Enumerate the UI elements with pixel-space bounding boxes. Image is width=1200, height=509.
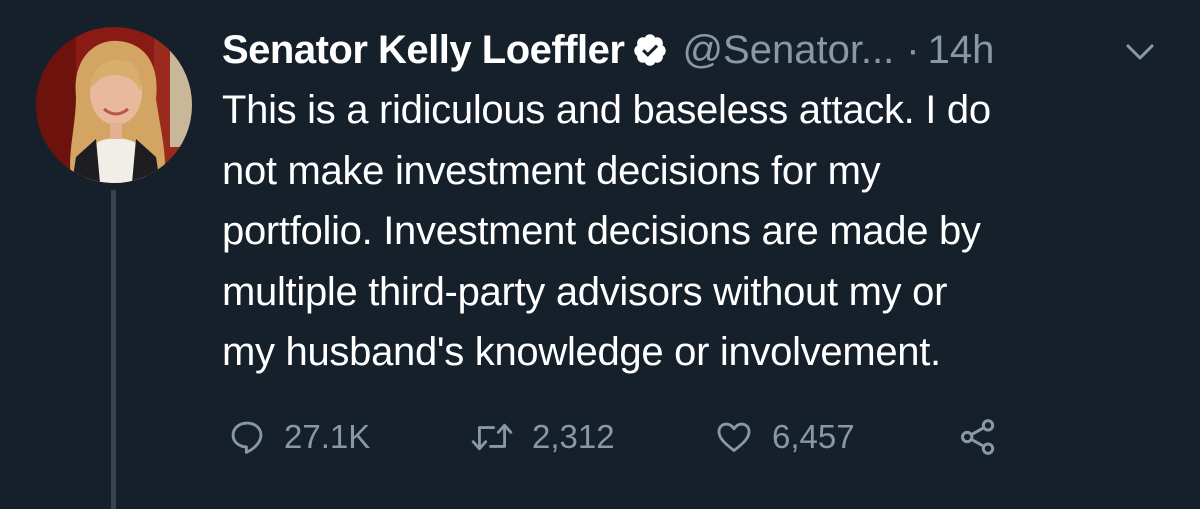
thread-line	[111, 190, 116, 509]
like-count: 6,457	[772, 418, 855, 455]
chevron-down-icon[interactable]	[1122, 34, 1158, 70]
tweet[interactable]: Senator Kelly Loeffler @Senator... · 14h…	[0, 0, 1200, 509]
retweet-icon	[471, 423, 513, 451]
avatar-image	[36, 27, 192, 183]
reply-count: 27.1K	[284, 418, 371, 455]
share-icon	[961, 419, 995, 455]
share-button[interactable]	[958, 412, 998, 462]
tweet-actions: 27.1K 2,312 6,457	[222, 412, 1182, 462]
retweet-button[interactable]: 2,312	[470, 412, 615, 462]
heart-icon	[717, 422, 751, 452]
retweet-count: 2,312	[532, 418, 615, 455]
like-button[interactable]: 6,457	[714, 412, 855, 462]
author-name[interactable]: Senator Kelly Loeffler	[222, 28, 625, 73]
tweet-text: This is a ridiculous and baseless attack…	[222, 88, 991, 374]
avatar[interactable]	[36, 27, 192, 183]
verified-badge-icon	[634, 34, 667, 66]
reply-button[interactable]: 27.1K	[228, 412, 370, 462]
reply-icon	[231, 421, 263, 454]
timestamp[interactable]: 14h	[928, 28, 995, 73]
author-handle[interactable]: @Senator...	[682, 28, 894, 73]
separator-dot: ·	[906, 27, 920, 72]
tweet-header: Senator Kelly Loeffler @Senator... · 14h	[222, 22, 994, 78]
